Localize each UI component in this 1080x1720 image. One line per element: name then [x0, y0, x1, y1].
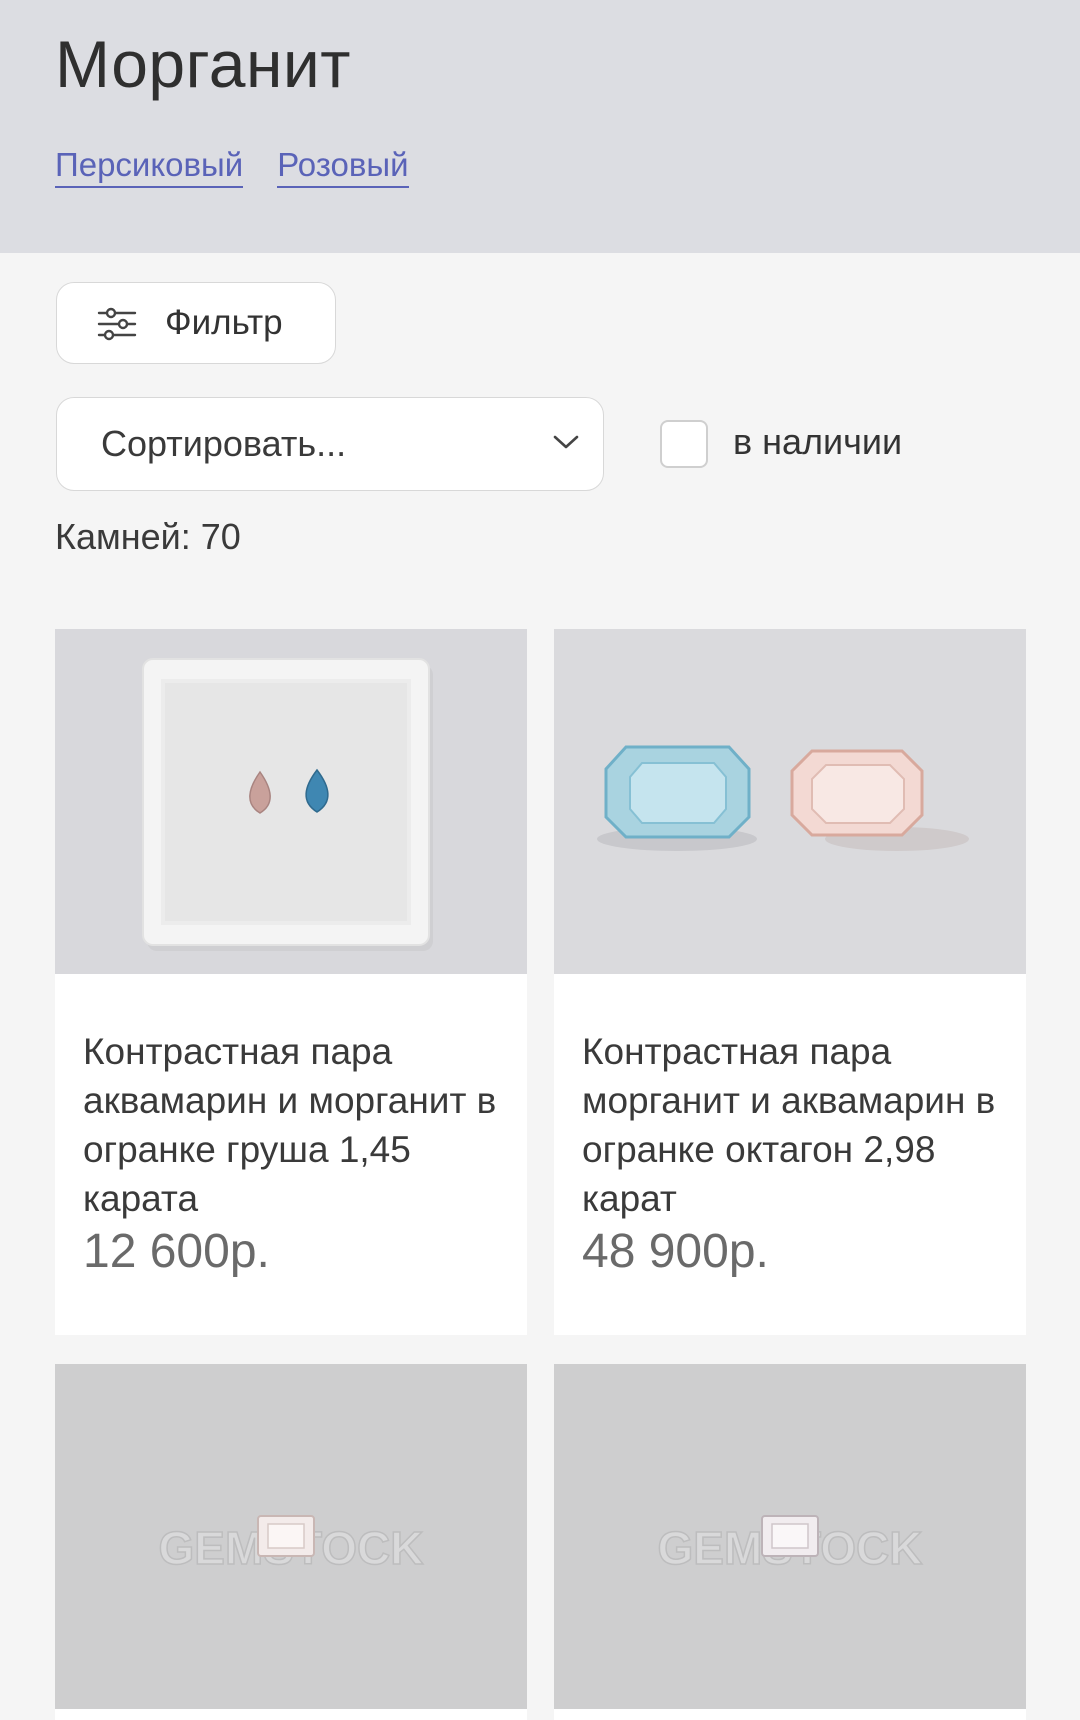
product-card[interactable]: Контрастная пара аквамарин и морганит в … — [55, 629, 527, 1335]
product-card[interactable]: GEMSTOCK — [55, 1364, 527, 1720]
filter-label: Фильтр — [165, 303, 283, 342]
product-card[interactable]: GEMSTOCK — [554, 1364, 1026, 1720]
sliders-icon — [97, 307, 137, 341]
product-image[interactable] — [55, 629, 527, 974]
product-price: 12 600р. — [83, 1225, 270, 1278]
in-stock-checkbox[interactable] — [660, 420, 708, 468]
color-tags: Персиковый Розовый — [55, 146, 409, 188]
page-title: Морганит — [55, 27, 352, 101]
chevron-down-icon — [553, 435, 579, 449]
sort-select[interactable]: Сортировать... — [56, 397, 604, 491]
product-image[interactable]: GEMSTOCK — [55, 1364, 527, 1709]
tag-link-pink[interactable]: Розовый — [277, 146, 409, 188]
product-image[interactable]: GEMSTOCK — [554, 1364, 1026, 1709]
stones-count: Камней: 70 — [55, 516, 241, 557]
sort-placeholder: Сортировать... — [101, 423, 347, 464]
product-title[interactable]: Контрастная пара аквамарин и морганит в … — [83, 1027, 503, 1223]
product-title[interactable]: Контрастная пара морганит и аквамарин в … — [582, 1027, 1002, 1223]
product-card[interactable]: Контрастная пара морганит и аквамарин в … — [554, 629, 1026, 1335]
tag-link-peach[interactable]: Персиковый — [55, 146, 244, 188]
filter-button[interactable]: Фильтр — [56, 282, 336, 364]
product-price: 48 900р. — [582, 1225, 769, 1278]
in-stock-label[interactable]: в наличии — [733, 421, 902, 463]
category-header: Морганит Персиковый Розовый — [0, 0, 1080, 253]
product-image[interactable] — [554, 629, 1026, 974]
